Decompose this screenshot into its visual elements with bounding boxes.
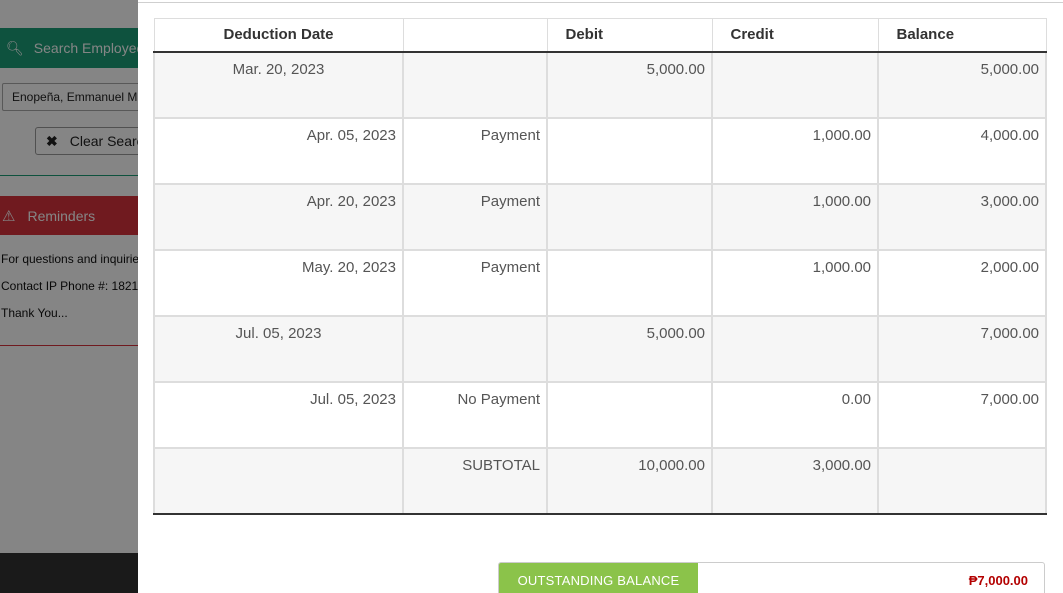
cell-date: May. 20, 2023: [153, 248, 404, 317]
cell-remark: Payment: [402, 248, 548, 317]
cell-debit: [546, 248, 713, 317]
table-header-row: Deduction Date Debit Credit Balance: [153, 18, 1047, 53]
cell-balance: 7,000.00: [877, 380, 1047, 449]
cell-credit: [711, 50, 879, 119]
cell-debit: 5,000.00: [546, 314, 713, 383]
subtotal-credit: 3,000.00: [711, 446, 879, 515]
outstanding-balance-box: OUTSTANDING BALANCE ₱7,000.00: [498, 562, 1045, 593]
cell-credit: 1,000.00: [711, 248, 879, 317]
table-row: Jul. 05, 2023 5,000.00 7,000.00: [153, 314, 1047, 383]
cell-debit: 5,000.00: [546, 50, 713, 119]
cell-balance: 4,000.00: [877, 116, 1047, 185]
cell-credit: 1,000.00: [711, 182, 879, 251]
cell-remark: [402, 314, 548, 383]
cell-balance: 5,000.00: [877, 50, 1047, 119]
cell-debit: [546, 116, 713, 185]
cell-balance: 3,000.00: [877, 182, 1047, 251]
cell-date: Apr. 20, 2023: [153, 182, 404, 251]
table-row: Jul. 05, 2023 No Payment 0.00 7,000.00: [153, 380, 1047, 449]
cell-date: Jul. 05, 2023: [153, 380, 404, 449]
subtotal-balance: [877, 446, 1047, 515]
header-remark: [402, 18, 548, 53]
header-balance: Balance: [877, 18, 1047, 53]
cell-credit: 1,000.00: [711, 116, 879, 185]
cell-date: Apr. 05, 2023: [153, 116, 404, 185]
cell-credit: 0.00: [711, 380, 879, 449]
table-row: Mar. 20, 2023 5,000.00 5,000.00: [153, 50, 1047, 119]
modal-top-border: [138, 2, 1063, 3]
table-row: Apr. 05, 2023 Payment 1,000.00 4,000.00: [153, 116, 1047, 185]
outstanding-balance-label: OUTSTANDING BALANCE: [499, 563, 698, 593]
cell-date: Jul. 05, 2023: [153, 314, 404, 383]
table-row: Apr. 20, 2023 Payment 1,000.00 3,000.00: [153, 182, 1047, 251]
subtotal-debit: 10,000.00: [546, 446, 713, 515]
header-credit: Credit: [711, 18, 879, 53]
cell-debit: [546, 380, 713, 449]
deduction-ledger-table: Deduction Date Debit Credit Balance Mar.…: [153, 18, 1047, 515]
table-row: May. 20, 2023 Payment 1,000.00 2,000.00: [153, 248, 1047, 317]
ledger-modal: Deduction Date Debit Credit Balance Mar.…: [138, 0, 1063, 593]
cell-remark: Payment: [402, 116, 548, 185]
cell-remark: [402, 50, 548, 119]
cell-date: [153, 446, 404, 515]
cell-date: Mar. 20, 2023: [153, 50, 404, 119]
header-deduction-date: Deduction Date: [153, 18, 404, 53]
cell-remark: Payment: [402, 182, 548, 251]
cell-credit: [711, 314, 879, 383]
subtotal-row: SUBTOTAL 10,000.00 3,000.00: [153, 446, 1047, 515]
outstanding-balance-value: ₱7,000.00: [968, 573, 1028, 588]
cell-balance: 2,000.00: [877, 248, 1047, 317]
cell-balance: 7,000.00: [877, 314, 1047, 383]
cell-debit: [546, 182, 713, 251]
subtotal-label: SUBTOTAL: [402, 446, 548, 515]
cell-remark: No Payment: [402, 380, 548, 449]
header-debit: Debit: [546, 18, 713, 53]
